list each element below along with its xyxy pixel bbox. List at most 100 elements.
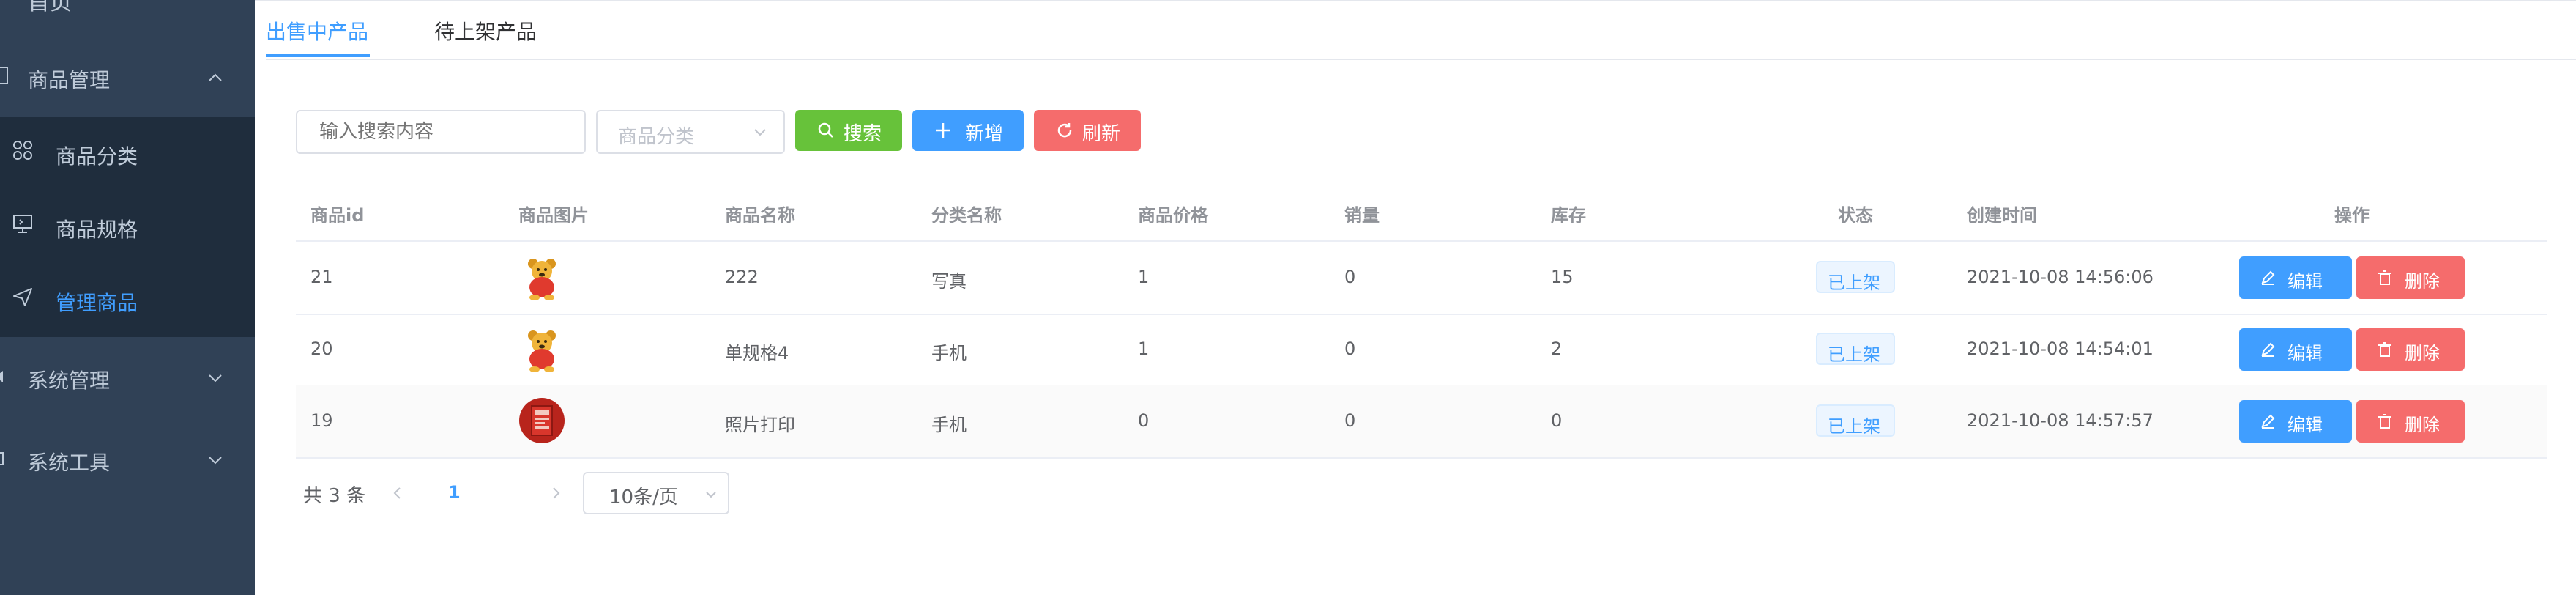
sidebar: 首页 商品管理 商品分类 商品规格 管理商品 系统管理 系统工具 bbox=[0, 0, 255, 595]
edit-button[interactable]: 编辑 bbox=[2239, 256, 2352, 299]
search-input[interactable] bbox=[296, 110, 586, 154]
sidebar-group-label: 系统工具 bbox=[28, 451, 111, 475]
main-content: 出售中产品 待上架产品 商品分类 搜索 新增 刷新 商品id 商品图片 商品 bbox=[255, 0, 2576, 595]
edit-button[interactable]: 编辑 bbox=[2239, 328, 2352, 371]
status-badge: 已上架 bbox=[1816, 404, 1895, 437]
bear-icon bbox=[528, 259, 556, 300]
goods-icon bbox=[0, 67, 8, 84]
cell-stock: 0 bbox=[1551, 410, 1563, 431]
delete-button[interactable]: 删除 bbox=[2356, 256, 2465, 299]
tools-icon bbox=[0, 452, 4, 465]
edit-button-label: 编辑 bbox=[2287, 343, 2323, 363]
cell-created: 2021-10-08 14:56:06 bbox=[1967, 267, 2154, 287]
chevron-down-icon bbox=[209, 374, 222, 382]
sidebar-group-label: 系统管理 bbox=[28, 369, 111, 393]
refresh-button-label: 刷新 bbox=[1082, 123, 1121, 145]
cell-sales: 0 bbox=[1344, 410, 1356, 431]
delete-button-label: 删除 bbox=[2405, 271, 2440, 292]
trash-icon bbox=[2378, 270, 2391, 285]
delete-button-label: 删除 bbox=[2405, 415, 2440, 435]
sidebar-submenu-goods: 商品分类 商品规格 管理商品 bbox=[0, 117, 255, 337]
edit-icon bbox=[2261, 414, 2275, 429]
cell-category: 手机 bbox=[931, 343, 967, 363]
page-size-select[interactable]: 10条/页 bbox=[583, 472, 729, 514]
sidebar-group-goods[interactable]: 商品管理 bbox=[0, 41, 255, 114]
table-row: 19 照片打印 手机 0 0 0 已上架 2021-10-08 14:57:57 bbox=[296, 385, 2547, 459]
delete-button[interactable]: 删除 bbox=[2356, 328, 2465, 371]
cell-sales: 0 bbox=[1344, 339, 1356, 359]
edit-button-label: 编辑 bbox=[2287, 271, 2323, 292]
sidebar-item-spec[interactable]: 商品规格 bbox=[0, 191, 255, 264]
cell-price: 0 bbox=[1138, 410, 1150, 431]
category-icon bbox=[13, 141, 32, 160]
plus-icon bbox=[936, 123, 950, 138]
status-badge: 已上架 bbox=[1816, 333, 1895, 365]
tab-bar: 出售中产品 待上架产品 bbox=[266, 0, 2576, 60]
page-size-value: 10条/页 bbox=[609, 487, 678, 509]
cell-price: 1 bbox=[1138, 339, 1150, 359]
chevron-left-icon[interactable] bbox=[390, 485, 406, 501]
sidebar-item-home[interactable]: 首页 bbox=[0, 0, 255, 18]
edit-button[interactable]: 编辑 bbox=[2239, 400, 2352, 443]
bear-icon bbox=[528, 330, 556, 372]
settings-icon bbox=[0, 371, 3, 382]
cell-id: 19 bbox=[310, 410, 333, 431]
col-header-sales: 销量 bbox=[1344, 205, 1380, 226]
cell-created: 2021-10-08 14:54:01 bbox=[1967, 339, 2154, 359]
col-header-created: 创建时间 bbox=[1967, 205, 2037, 226]
status-badge-label: 已上架 bbox=[1828, 344, 1880, 365]
table-header: 商品id 商品图片 商品名称 分类名称 商品价格 销量 库存 状态 创建时间 操… bbox=[296, 182, 2547, 242]
sidebar-item-category[interactable]: 商品分类 bbox=[0, 117, 255, 191]
edit-icon bbox=[2261, 270, 2275, 285]
cell-id: 20 bbox=[310, 339, 333, 359]
photo-print-icon bbox=[519, 398, 565, 443]
status-badge-label: 已上架 bbox=[1828, 273, 1880, 293]
pagination: 共 3 条 1 10条/页 bbox=[303, 472, 816, 516]
edit-icon bbox=[2261, 342, 2275, 357]
cell-name: 222 bbox=[725, 267, 759, 287]
sidebar-item-label: 商品规格 bbox=[56, 218, 138, 242]
cell-name: 照片打印 bbox=[725, 415, 795, 435]
tab-on-sale[interactable]: 出售中产品 bbox=[266, 16, 368, 45]
tab-pending[interactable]: 待上架产品 bbox=[434, 16, 537, 45]
cell-price: 1 bbox=[1138, 267, 1150, 287]
chevron-right-icon[interactable] bbox=[548, 485, 564, 501]
status-badge-label: 已上架 bbox=[1828, 416, 1880, 437]
delete-button[interactable]: 删除 bbox=[2356, 400, 2465, 443]
sidebar-item-manage-goods[interactable]: 管理商品 bbox=[0, 264, 255, 337]
refresh-icon bbox=[1057, 123, 1072, 138]
col-header-id: 商品id bbox=[310, 205, 365, 226]
table-row: 20 单规格4 手机 1 0 2 已上架 2021-10-08 14:54:01 bbox=[296, 314, 2547, 387]
sidebar-item-label: 商品分类 bbox=[56, 144, 138, 169]
sidebar-item-home-label: 首页 bbox=[28, 0, 72, 15]
col-header-price: 商品价格 bbox=[1138, 205, 1208, 226]
delete-button-label: 删除 bbox=[2405, 343, 2440, 363]
pagination-page-current[interactable]: 1 bbox=[448, 482, 461, 503]
edit-button-label: 编辑 bbox=[2287, 415, 2323, 435]
col-header-name: 商品名称 bbox=[725, 205, 795, 226]
col-header-category: 分类名称 bbox=[931, 205, 1002, 226]
cell-stock: 15 bbox=[1551, 267, 1574, 287]
sidebar-item-label: 管理商品 bbox=[56, 291, 138, 315]
pagination-total: 共 3 条 bbox=[303, 485, 366, 507]
cell-category: 手机 bbox=[931, 415, 967, 435]
tab-active-indicator bbox=[266, 54, 370, 57]
category-select[interactable]: 商品分类 bbox=[596, 110, 785, 154]
sidebar-group-system[interactable]: 系统管理 bbox=[0, 341, 255, 415]
table-row: 21 222 写真 1 0 15 已上架 2021-10-08 14:56:06 bbox=[296, 242, 2547, 315]
chevron-down-icon bbox=[706, 492, 716, 498]
category-select-placeholder: 商品分类 bbox=[618, 126, 695, 148]
col-header-stock: 库存 bbox=[1551, 205, 1586, 226]
col-header-status: 状态 bbox=[1838, 205, 1873, 226]
status-badge: 已上架 bbox=[1816, 261, 1895, 293]
monitor-icon bbox=[13, 215, 32, 233]
cell-id: 21 bbox=[310, 267, 333, 287]
refresh-button[interactable]: 刷新 bbox=[1034, 110, 1141, 151]
search-button[interactable]: 搜索 bbox=[795, 110, 902, 151]
sidebar-group-tools[interactable]: 系统工具 bbox=[0, 424, 255, 497]
col-header-image: 商品图片 bbox=[518, 205, 589, 226]
search-button-label: 搜索 bbox=[844, 123, 882, 145]
add-button[interactable]: 新增 bbox=[912, 110, 1024, 151]
product-table: 商品id 商品图片 商品名称 分类名称 商品价格 销量 库存 状态 创建时间 操… bbox=[296, 182, 2547, 459]
cell-category: 写真 bbox=[931, 271, 967, 292]
